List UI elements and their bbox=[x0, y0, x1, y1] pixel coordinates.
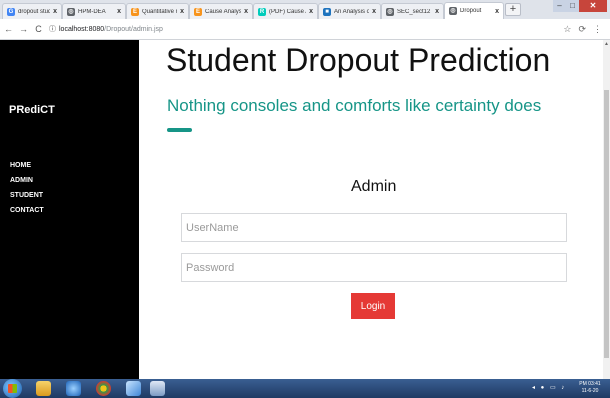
tab-title: (PDF) Cause Ar bbox=[269, 8, 306, 15]
info-icon[interactable]: ⓘ bbox=[49, 24, 56, 34]
browser-tab[interactable]: ■ An Analysis of x bbox=[318, 3, 381, 19]
close-icon[interactable]: x bbox=[117, 8, 121, 15]
login-form-title: Admin bbox=[351, 178, 397, 195]
maximize-icon[interactable]: □ bbox=[566, 0, 579, 12]
minimize-icon[interactable]: – bbox=[553, 0, 566, 12]
close-icon[interactable]: x bbox=[372, 8, 376, 15]
document-icon: ■ bbox=[323, 7, 331, 16]
clock-time: PM 03:41 bbox=[579, 381, 601, 387]
new-tab-button[interactable]: + bbox=[505, 3, 521, 16]
extension-icon[interactable]: ⟳ bbox=[578, 24, 586, 35]
browser-tab-active[interactable]: ◎ Dropout x bbox=[444, 2, 504, 19]
reload-icon[interactable]: C bbox=[32, 24, 45, 34]
browser-tab[interactable]: ◎ SEC_sect12 x bbox=[381, 3, 444, 19]
globe-icon: ◎ bbox=[449, 7, 457, 15]
sidebar-item-admin[interactable]: ADMIN bbox=[10, 175, 44, 190]
close-icon[interactable]: x bbox=[180, 8, 184, 15]
google-icon: G bbox=[7, 7, 15, 16]
brand-logo[interactable]: PRediCT bbox=[9, 104, 55, 116]
address-bar[interactable]: ⓘ localhost:8080/Dropout/admin.jsp bbox=[49, 24, 563, 34]
e-logo-icon: E bbox=[194, 7, 202, 16]
main-content: Student Dropout Prediction Nothing conso… bbox=[139, 40, 603, 379]
tab-title: Dropout bbox=[460, 8, 482, 14]
app-icon[interactable] bbox=[126, 381, 141, 396]
tab-title: Quantitative m bbox=[142, 8, 178, 15]
menu-dots-icon[interactable]: ⋮ bbox=[593, 24, 602, 35]
windows-taskbar: ◂ ● ▭ ♪ PM 03:41 11-6-20 bbox=[0, 379, 610, 398]
close-icon[interactable]: x bbox=[309, 8, 313, 15]
accent-divider bbox=[167, 128, 192, 132]
media-player-icon[interactable] bbox=[66, 381, 81, 396]
forward-arrow-icon[interactable]: → bbox=[17, 24, 30, 34]
bookmark-star-icon[interactable]: ☆ bbox=[563, 24, 571, 35]
window-icon[interactable] bbox=[150, 381, 165, 396]
windows-logo-icon bbox=[8, 384, 17, 393]
clock[interactable]: PM 03:41 11-6-20 bbox=[572, 381, 608, 395]
browser-tab[interactable]: E Cause Analysi x bbox=[189, 3, 253, 19]
window-close-icon[interactable]: ✕ bbox=[579, 0, 607, 12]
vertical-scrollbar[interactable]: ▲ bbox=[603, 40, 610, 379]
close-icon[interactable]: x bbox=[495, 8, 499, 15]
url-host: localhost:8080 bbox=[59, 25, 105, 33]
tab-title: HPM-DEA bbox=[78, 8, 106, 15]
e-logo-icon: E bbox=[131, 7, 139, 16]
browser-tab[interactable]: ◎ HPM-DEA x bbox=[62, 3, 126, 19]
close-icon[interactable]: x bbox=[244, 8, 248, 15]
close-icon[interactable]: x bbox=[53, 8, 57, 15]
researchgate-icon: R bbox=[258, 7, 266, 16]
clock-date: 11-6-20 bbox=[581, 388, 599, 394]
tab-title: dropout stude bbox=[18, 8, 50, 15]
file-explorer-icon[interactable] bbox=[36, 381, 51, 396]
tagline: Nothing consoles and comforts like certa… bbox=[167, 96, 542, 115]
sidebar: PRediCT HOME ADMIN STUDENT CONTACT bbox=[0, 40, 139, 379]
url-path: /Dropout/admin.jsp bbox=[104, 25, 163, 33]
system-tray[interactable]: ◂ ● ▭ ♪ bbox=[532, 384, 566, 391]
browser-tab[interactable]: R (PDF) Cause Ar x bbox=[253, 3, 318, 19]
tab-title: SEC_sect12 bbox=[397, 8, 431, 15]
browser-toolbar: ← → C ⓘ localhost:8080/Dropout/admin.jsp… bbox=[0, 19, 610, 40]
browser-tab[interactable]: G dropout stude x bbox=[2, 3, 62, 19]
chrome-icon[interactable] bbox=[96, 381, 111, 396]
sidebar-item-student[interactable]: STUDENT bbox=[10, 190, 44, 205]
page-title: Student Dropout Prediction bbox=[166, 42, 551, 78]
sidebar-nav: HOME ADMIN STUDENT CONTACT bbox=[10, 160, 44, 220]
globe-icon: ◎ bbox=[67, 7, 75, 16]
sidebar-item-home[interactable]: HOME bbox=[10, 160, 44, 175]
back-arrow-icon[interactable]: ← bbox=[2, 24, 15, 34]
sidebar-item-contact[interactable]: CONTACT bbox=[10, 205, 44, 220]
scroll-up-arrow-icon[interactable]: ▲ bbox=[603, 40, 610, 48]
close-icon[interactable]: x bbox=[435, 8, 439, 15]
tab-title: Cause Analysi bbox=[205, 8, 242, 15]
scrollbar-thumb[interactable] bbox=[604, 90, 609, 358]
start-button[interactable] bbox=[3, 379, 22, 398]
browser-tab-strip: G dropout stude x ◎ HPM-DEA x E Quantita… bbox=[0, 0, 610, 19]
browser-tab[interactable]: E Quantitative m x bbox=[126, 3, 189, 19]
globe-icon: ◎ bbox=[386, 7, 394, 16]
username-input[interactable] bbox=[181, 213, 567, 242]
tab-title: An Analysis of bbox=[334, 8, 370, 15]
login-button[interactable]: Login bbox=[351, 293, 395, 319]
password-input[interactable] bbox=[181, 253, 567, 282]
